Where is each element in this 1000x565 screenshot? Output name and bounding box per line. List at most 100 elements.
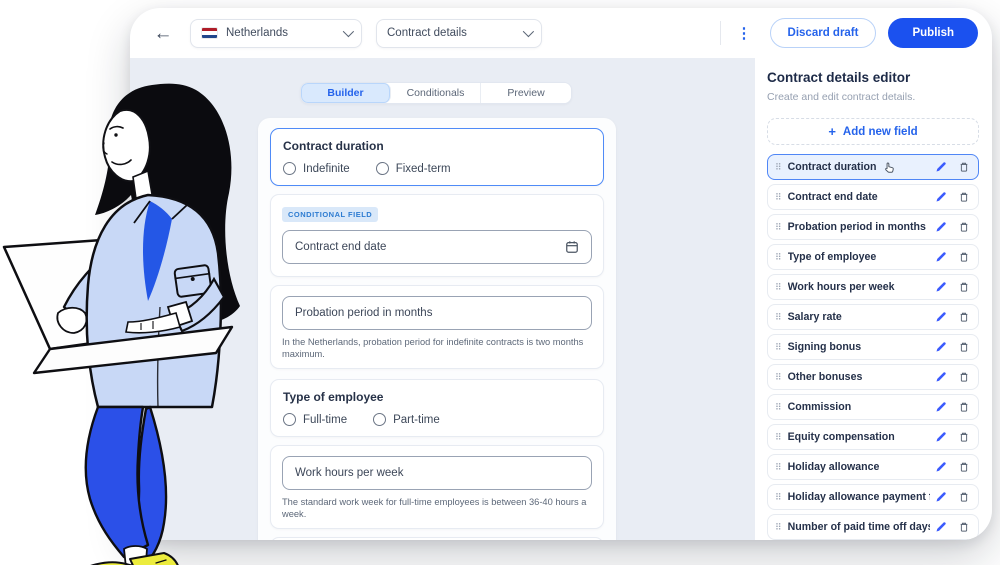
drag-handle-icon[interactable]: ⠿ bbox=[775, 493, 781, 502]
kebab-menu-icon[interactable]: ⋮ bbox=[737, 26, 752, 41]
radio-option-full-time[interactable]: Full-time bbox=[283, 413, 347, 426]
field-card-contract-duration[interactable]: Contract duration Indefinite Fixed-term bbox=[270, 128, 604, 186]
tab-conditionals[interactable]: Conditionals bbox=[391, 83, 481, 103]
delete-trash-icon[interactable] bbox=[957, 311, 970, 324]
radio-option-fixed-term[interactable]: Fixed-term bbox=[376, 162, 451, 175]
app-window: ← Netherlands Contract details ⋮ Discard… bbox=[130, 8, 992, 540]
chevron-down-icon bbox=[523, 26, 534, 37]
edit-pencil-icon[interactable] bbox=[934, 401, 947, 414]
netherlands-flag-icon bbox=[201, 27, 218, 39]
radio-icon bbox=[283, 413, 296, 426]
drag-handle-icon[interactable]: ⠿ bbox=[775, 343, 781, 352]
edit-pencil-icon[interactable] bbox=[934, 251, 947, 264]
field-row-label: Holiday allowance bbox=[788, 461, 880, 473]
field-row-signing-bonus[interactable]: ⠿ Signing bonus bbox=[767, 334, 979, 360]
field-list: ⠿ Contract duration bbox=[767, 154, 979, 540]
tab-preview[interactable]: Preview bbox=[481, 83, 571, 103]
discard-draft-button[interactable]: Discard draft bbox=[770, 18, 877, 48]
delete-trash-icon[interactable] bbox=[957, 341, 970, 354]
field-card-type-of-employee[interactable]: Type of employee Full-time Part-time bbox=[270, 379, 604, 437]
radio-label: Fixed-term bbox=[396, 163, 451, 175]
field-row-other-bonuses[interactable]: ⠿ Other bonuses bbox=[767, 364, 979, 390]
row-actions bbox=[934, 191, 970, 204]
edit-pencil-icon[interactable] bbox=[934, 191, 947, 204]
delete-trash-icon[interactable] bbox=[957, 191, 970, 204]
delete-trash-icon[interactable] bbox=[957, 371, 970, 384]
helper-text: In the Netherlands, probation period for… bbox=[282, 336, 592, 360]
field-card-probation-period[interactable]: In the Netherlands, probation period for… bbox=[270, 285, 604, 369]
publish-button[interactable]: Publish bbox=[888, 18, 978, 48]
field-row-commission[interactable]: ⠿ Commission bbox=[767, 394, 979, 420]
drag-handle-icon[interactable]: ⠿ bbox=[775, 463, 781, 472]
drag-handle-icon[interactable]: ⠿ bbox=[775, 253, 781, 262]
delete-trash-icon[interactable] bbox=[957, 491, 970, 504]
field-row-salary-rate[interactable]: ⠿ Salary rate bbox=[767, 304, 979, 330]
tab-builder[interactable]: Builder bbox=[301, 83, 391, 103]
field-row-work-hours[interactable]: ⠿ Work hours per week bbox=[767, 274, 979, 300]
field-row-holiday-allowance-frequency[interactable]: ⠿ Holiday allowance payment fre... bbox=[767, 484, 979, 510]
edit-pencil-icon[interactable] bbox=[934, 281, 947, 294]
edit-pencil-icon[interactable] bbox=[934, 521, 947, 534]
row-actions bbox=[934, 401, 970, 414]
field-row-label: Number of paid time off days bbox=[788, 521, 930, 533]
field-row-type-of-employee[interactable]: ⠿ Type of employee bbox=[767, 244, 979, 270]
drag-handle-icon[interactable]: ⠿ bbox=[775, 403, 781, 412]
delete-trash-icon[interactable] bbox=[957, 461, 970, 474]
text-input-wrap bbox=[282, 456, 592, 490]
page: ← Netherlands Contract details ⋮ Discard… bbox=[0, 0, 1000, 565]
delete-trash-icon[interactable] bbox=[957, 431, 970, 444]
calendar-icon bbox=[565, 240, 579, 254]
delete-trash-icon[interactable] bbox=[957, 251, 970, 264]
field-row-label: Contract end date bbox=[788, 191, 878, 203]
field-row-contract-duration[interactable]: ⠿ Contract duration bbox=[767, 154, 979, 180]
builder-canvas: Builder Conditionals Preview Contract du… bbox=[130, 58, 755, 540]
delete-trash-icon[interactable] bbox=[957, 221, 970, 234]
field-row-probation-period[interactable]: ⠿ Probation period in months bbox=[767, 214, 979, 240]
back-button[interactable]: ← bbox=[150, 20, 176, 46]
field-row-paid-time-off[interactable]: ⠿ Number of paid time off days bbox=[767, 514, 979, 540]
field-card-contract-end-date[interactable]: CONDITIONAL FIELD bbox=[270, 194, 604, 277]
field-card-work-hours[interactable]: The standard work week for full-time emp… bbox=[270, 445, 604, 529]
hand-pointer-cursor-icon bbox=[883, 161, 896, 174]
drag-handle-icon[interactable]: ⠿ bbox=[775, 313, 781, 322]
edit-pencil-icon[interactable] bbox=[934, 221, 947, 234]
edit-pencil-icon[interactable] bbox=[934, 161, 947, 174]
helper-text: The standard work week for full-time emp… bbox=[282, 496, 592, 520]
field-row-label: Salary rate bbox=[788, 311, 842, 323]
delete-trash-icon[interactable] bbox=[957, 521, 970, 534]
radio-option-indefinite[interactable]: Indefinite bbox=[283, 162, 350, 175]
delete-trash-icon[interactable] bbox=[957, 161, 970, 174]
field-label: Contract duration bbox=[283, 139, 591, 153]
field-row-equity-compensation[interactable]: ⠿ Equity compensation bbox=[767, 424, 979, 450]
text-input-wrap bbox=[282, 296, 592, 330]
delete-trash-icon[interactable] bbox=[957, 281, 970, 294]
field-card-salary-rate[interactable]: Salary rate bbox=[270, 537, 604, 540]
probation-period-input[interactable] bbox=[295, 307, 579, 319]
drag-handle-icon[interactable]: ⠿ bbox=[775, 373, 781, 382]
contract-end-date-input[interactable] bbox=[295, 241, 565, 253]
template-select[interactable]: Contract details bbox=[376, 19, 542, 48]
row-actions bbox=[934, 491, 970, 504]
row-actions bbox=[934, 431, 970, 444]
edit-pencil-icon[interactable] bbox=[934, 431, 947, 444]
field-row-contract-end-date[interactable]: ⠿ Contract end date bbox=[767, 184, 979, 210]
add-new-field-button[interactable]: + Add new field bbox=[767, 118, 979, 145]
edit-pencil-icon[interactable] bbox=[934, 491, 947, 504]
drag-handle-icon[interactable]: ⠿ bbox=[775, 523, 781, 532]
edit-pencil-icon[interactable] bbox=[934, 341, 947, 354]
edit-pencil-icon[interactable] bbox=[934, 461, 947, 474]
drag-handle-icon[interactable]: ⠿ bbox=[775, 433, 781, 442]
drag-handle-icon[interactable]: ⠿ bbox=[775, 223, 781, 232]
radio-icon bbox=[376, 162, 389, 175]
conditional-field-badge: CONDITIONAL FIELD bbox=[282, 207, 378, 222]
radio-option-part-time[interactable]: Part-time bbox=[373, 413, 440, 426]
edit-pencil-icon[interactable] bbox=[934, 371, 947, 384]
drag-handle-icon[interactable]: ⠿ bbox=[775, 283, 781, 292]
field-row-holiday-allowance[interactable]: ⠿ Holiday allowance bbox=[767, 454, 979, 480]
drag-handle-icon[interactable]: ⠿ bbox=[775, 193, 781, 202]
drag-handle-icon[interactable]: ⠿ bbox=[775, 163, 781, 172]
edit-pencil-icon[interactable] bbox=[934, 311, 947, 324]
delete-trash-icon[interactable] bbox=[957, 401, 970, 414]
country-select[interactable]: Netherlands bbox=[190, 19, 362, 48]
work-hours-input[interactable] bbox=[295, 467, 579, 479]
